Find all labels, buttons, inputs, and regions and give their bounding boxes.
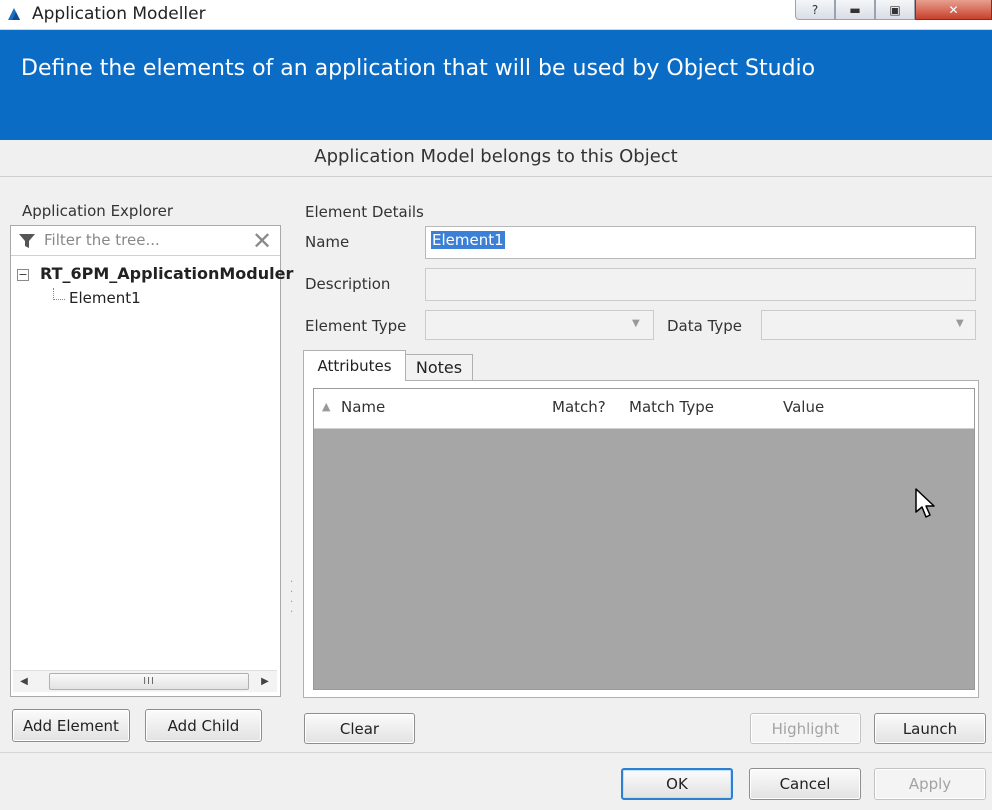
scroll-left-arrow-icon[interactable]: ◀	[16, 673, 32, 689]
description-label: Description	[305, 275, 391, 293]
mouse-cursor-icon	[915, 488, 935, 518]
element-type-label: Element Type	[305, 317, 407, 335]
help-button[interactable]: ?	[795, 0, 835, 20]
column-header-value[interactable]: Value	[783, 398, 824, 416]
scrollbar-thumb[interactable]: III	[49, 673, 249, 690]
name-label: Name	[305, 233, 350, 251]
cancel-button[interactable]: Cancel	[749, 768, 861, 800]
window-title: Application Modeller	[32, 4, 206, 24]
app-logo-icon	[8, 8, 20, 20]
maximize-button[interactable]: ▣	[875, 0, 915, 20]
column-header-match-type[interactable]: Match Type	[629, 398, 714, 416]
sort-ascending-icon[interactable]: ▲	[322, 400, 330, 413]
apply-button[interactable]: Apply	[874, 768, 986, 800]
column-header-match[interactable]: Match?	[552, 398, 606, 416]
description-field[interactable]	[425, 268, 976, 301]
filter-tree-input[interactable]	[40, 228, 245, 252]
name-field-value[interactable]: Element1	[431, 231, 505, 249]
data-type-label: Data Type	[667, 317, 743, 335]
launch-button[interactable]: Launch	[874, 713, 986, 744]
header-description: Define the elements of an application th…	[21, 56, 816, 81]
element-type-select[interactable]	[425, 310, 654, 340]
splitter-handle[interactable]: · · · ·	[290, 578, 294, 618]
data-type-select[interactable]	[761, 310, 976, 340]
filter-icon	[19, 234, 35, 248]
clear-filter-icon[interactable]: ✕	[250, 227, 274, 255]
name-field[interactable]	[425, 226, 976, 259]
explorer-panel	[10, 225, 281, 697]
add-child-button[interactable]: Add Child	[145, 709, 262, 742]
tree-connector	[53, 299, 65, 300]
tab-attributes[interactable]: Attributes	[303, 350, 406, 381]
tree-collapse-toggle[interactable]: −	[17, 269, 29, 281]
ok-button[interactable]: OK	[621, 768, 733, 800]
minimize-button[interactable]: ▬	[835, 0, 875, 20]
attributes-grid[interactable]	[313, 388, 975, 690]
divider	[0, 752, 992, 753]
tab-notes[interactable]: Notes	[406, 354, 473, 381]
highlight-button[interactable]: Highlight	[750, 713, 861, 744]
element-details-title: Element Details	[305, 203, 424, 221]
object-label: Application Model belongs to this Object	[314, 146, 678, 167]
chevron-down-icon[interactable]: ▼	[956, 318, 964, 329]
tree-root-node[interactable]: RT_6PM_ApplicationModuler	[40, 264, 293, 283]
clear-button[interactable]: Clear	[304, 713, 415, 744]
column-header-name[interactable]: Name	[341, 398, 385, 416]
explorer-title: Application Explorer	[22, 202, 174, 220]
scroll-right-arrow-icon[interactable]: ▶	[257, 673, 273, 689]
add-element-button[interactable]: Add Element	[12, 709, 130, 742]
window-close-button[interactable]: ✕	[915, 0, 992, 20]
header-banner	[0, 30, 992, 140]
tree-child-node[interactable]: Element1	[69, 289, 141, 307]
divider	[0, 176, 992, 177]
chevron-down-icon[interactable]: ▼	[632, 318, 640, 329]
